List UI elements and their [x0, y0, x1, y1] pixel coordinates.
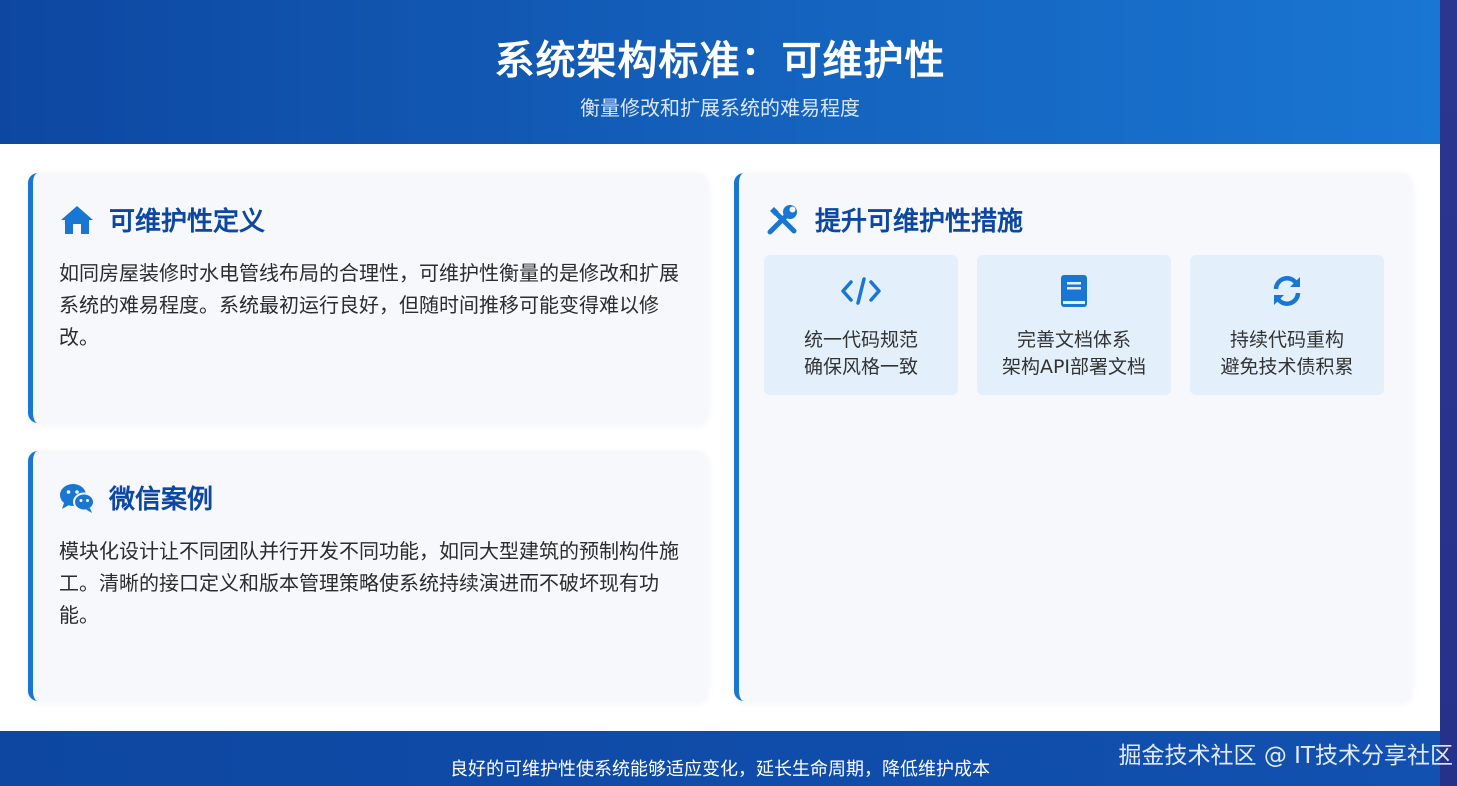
measure-tile-refactor: 持续代码重构 避免技术债积累	[1190, 255, 1384, 395]
definition-title-text: 可维护性定义	[109, 207, 266, 237]
definition-body: 如同房屋装修时水电管线布局的合理性，可维护性衡量的是修改和扩展系统的难易程度。系…	[59, 261, 679, 349]
sync-icon	[1190, 273, 1384, 309]
wechat-card: 微信案例 模块化设计让不同团队并行开发不同功能，如同大型建筑的预制构件施工。清晰…	[28, 451, 708, 701]
measure-label-3: 持续代码重构	[1229, 329, 1344, 351]
book-icon	[977, 273, 1171, 309]
measure-detail-3: 避免技术债积累	[1220, 356, 1354, 378]
right-edge-bar	[1440, 0, 1457, 786]
measures-title-text: 提升可维护性措施	[815, 207, 1024, 237]
watermark: 掘金技术社区 @ IT技术分享社区	[1118, 743, 1453, 769]
code-icon	[764, 273, 958, 309]
measure-label-2: 完善文档体系	[1016, 329, 1131, 351]
header-banner: 系统架构标准：可维护性 衡量修改和扩展系统的难易程度	[0, 0, 1440, 144]
measure-detail-1: 确保风格一致	[803, 356, 918, 378]
tools-icon	[765, 203, 801, 237]
measure-label-1: 统一代码规范	[803, 329, 918, 351]
measures-card: 提升可维护性措施 统一代码规范 确保风格一致 完善文档体系 架构API部署文档 …	[734, 173, 1412, 701]
wechat-title-text: 微信案例	[109, 485, 214, 515]
wechat-body: 模块化设计让不同团队并行开发不同功能，如同大型建筑的预制构件施工。清晰的接口定义…	[59, 539, 679, 627]
definition-card: 可维护性定义 如同房屋装修时水电管线布局的合理性，可维护性衡量的是修改和扩展系统…	[28, 173, 708, 423]
wechat-icon	[59, 481, 95, 515]
definition-card-title: 可维护性定义	[59, 201, 265, 238]
measure-tile-documentation: 完善文档体系 架构API部署文档	[977, 255, 1171, 395]
measures-card-title: 提升可维护性措施	[765, 201, 1023, 238]
page-subtitle: 衡量修改和扩展系统的难易程度	[580, 96, 860, 120]
home-icon	[59, 203, 95, 237]
measure-tile-code-standard: 统一代码规范 确保风格一致	[764, 255, 958, 395]
page-title: 系统架构标准：可维护性	[494, 38, 946, 84]
wechat-card-title: 微信案例	[59, 479, 213, 516]
measure-detail-2: 架构API部署文档	[1001, 356, 1147, 378]
slide: 系统架构标准：可维护性 衡量修改和扩展系统的难易程度 可维护性定义 如同房屋装修…	[0, 0, 1440, 786]
